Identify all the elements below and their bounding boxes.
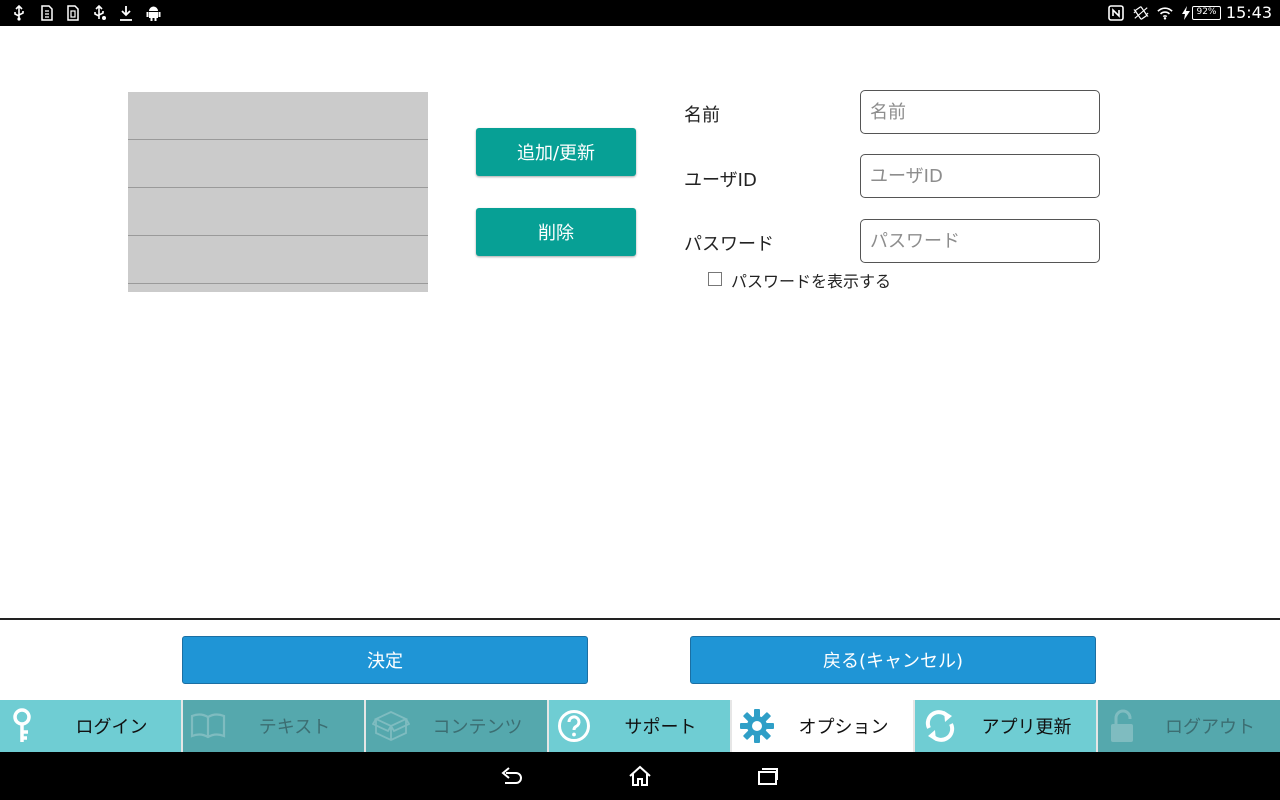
account-list[interactable] [128,92,428,292]
nfc-icon [1108,5,1124,21]
tab-bar: ログイン テキスト コンテンツ サポート オプション アプリ更新 ログアウト [0,700,1280,752]
android-icon [145,5,161,21]
vibrate-icon [1133,5,1149,21]
tab-label: サポート [624,717,697,738]
list-divider [128,139,428,140]
navigation-bar [0,752,1280,800]
usb-icon [11,5,27,21]
list-divider [128,283,428,284]
home-icon[interactable] [627,764,653,788]
add-update-button[interactable]: 追加/更新 [476,128,636,176]
tab-label: テキスト [258,717,331,738]
tab-label: アプリ更新 [981,717,1072,738]
box-icon [372,707,410,745]
clock: 15:43 [1225,3,1272,22]
tab-label: ログイン [75,717,148,738]
password-input[interactable] [860,219,1100,263]
tab-contents[interactable]: コンテンツ [366,700,549,752]
show-password-checkbox[interactable] [708,272,722,286]
show-password-label[interactable]: パスワードを表示する [731,268,891,292]
back-cancel-button[interactable]: 戻る(キャンセル) [690,636,1096,684]
userid-label: ユーザID [684,170,757,191]
book-icon [189,707,227,745]
tab-label: オプション [798,717,889,738]
unlock-icon [1104,707,1142,745]
delete-button[interactable]: 削除 [476,208,636,256]
sd-card-icon [38,5,54,21]
wifi-icon [1157,5,1173,21]
tab-app-update[interactable]: アプリ更新 [915,700,1098,752]
tab-label: コンテンツ [432,717,523,738]
back-icon[interactable] [499,764,525,788]
userid-input[interactable] [860,154,1100,198]
tab-logout[interactable]: ログアウト [1098,700,1280,752]
list-divider [128,187,428,188]
recents-icon[interactable] [755,764,781,788]
refresh-icon [921,707,959,745]
divider [0,618,1280,620]
tab-support[interactable]: サポート [549,700,732,752]
gear-icon [738,707,776,745]
tab-label: ログアウト [1165,717,1255,738]
tab-text[interactable]: テキスト [183,700,366,752]
key-icon [6,707,44,745]
charging-icon [1180,5,1192,21]
status-bar: 92% 15:43 [0,0,1280,26]
ok-button[interactable]: 決定 [182,636,588,684]
list-divider [128,235,428,236]
password-label: パスワード [684,234,774,255]
usb-debug-icon [92,5,108,21]
sd-card-icon [64,5,80,21]
tab-login[interactable]: ログイン [0,700,183,752]
name-input[interactable] [860,90,1100,134]
download-icon [118,5,134,21]
name-label: 名前 [684,105,720,126]
battery-icon: 92% [1192,6,1221,20]
help-icon [555,707,593,745]
tab-option[interactable]: オプション [732,700,915,752]
